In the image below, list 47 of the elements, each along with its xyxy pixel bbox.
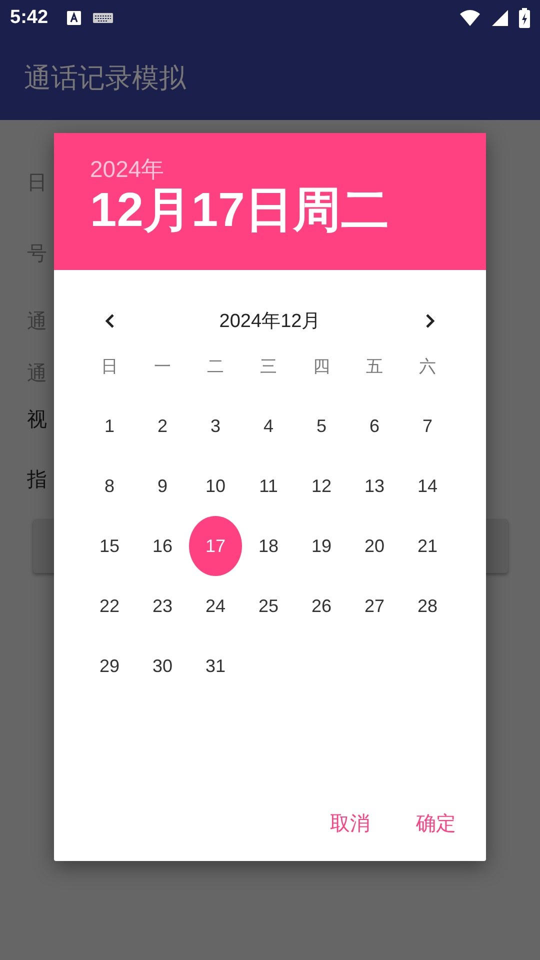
weekday-label: 日 [101, 356, 118, 378]
calendar-day[interactable]: 30 [136, 636, 189, 696]
calendar-day[interactable]: 5 [295, 396, 348, 456]
calendar-day[interactable]: 18 [242, 516, 295, 576]
calendar-day[interactable]: 6 [348, 396, 401, 456]
calendar-day[interactable]: 13 [348, 456, 401, 516]
calendar-day[interactable]: 16 [136, 516, 189, 576]
calendar-day[interactable]: 23 [136, 576, 189, 636]
calendar-day[interactable]: 9 [136, 456, 189, 516]
weekday-label: 二 [207, 356, 224, 378]
calendar-day[interactable]: 28 [401, 576, 454, 636]
calendar-day[interactable]: 27 [348, 576, 401, 636]
wifi-icon [459, 9, 481, 27]
calendar-day[interactable]: 25 [242, 576, 295, 636]
form-label: 视 [27, 407, 47, 431]
weekday-label: 一 [154, 356, 171, 378]
calendar-day[interactable]: 1 [83, 396, 136, 456]
month-label: 2024年12月 [219, 310, 321, 334]
calendar-day[interactable]: 20 [348, 516, 401, 576]
calendar-day[interactable]: 11 [242, 456, 295, 516]
calendar-day[interactable]: 12 [295, 456, 348, 516]
calendar-day[interactable]: 2 [136, 396, 189, 456]
calendar-day[interactable]: 29 [83, 636, 136, 696]
calendar-day[interactable]: 4 [242, 396, 295, 456]
calendar-day[interactable]: 31 [189, 636, 242, 696]
keyboard-icon [92, 12, 114, 24]
calendar-day[interactable]: 10 [189, 456, 242, 516]
weekday-label: 五 [366, 356, 383, 378]
weekday-label: 六 [419, 356, 436, 378]
weekday-label: 四 [313, 356, 330, 378]
calendar-day[interactable]: 26 [295, 576, 348, 636]
calendar-day[interactable]: 19 [295, 516, 348, 576]
status-time: 5:42 [10, 7, 48, 29]
calendar-day[interactable]: 14 [401, 456, 454, 516]
calendar-day[interactable]: 8 [83, 456, 136, 516]
calendar-day[interactable]: 15 [83, 516, 136, 576]
calendar-day[interactable]: 3 [189, 396, 242, 456]
calendar-day[interactable]: 7 [401, 396, 454, 456]
calendar-day[interactable]: 24 [189, 576, 242, 636]
keyboard-a-icon [66, 10, 82, 26]
form-label: 指 [27, 467, 47, 491]
battery-charging-icon [519, 8, 530, 28]
calendar-day[interactable]: 22 [83, 576, 136, 636]
weekday-label: 三 [260, 356, 277, 378]
signal-icon [491, 9, 509, 27]
calendar-day[interactable]: 21 [401, 516, 454, 576]
app-title: 通话记录模拟 [24, 62, 186, 96]
